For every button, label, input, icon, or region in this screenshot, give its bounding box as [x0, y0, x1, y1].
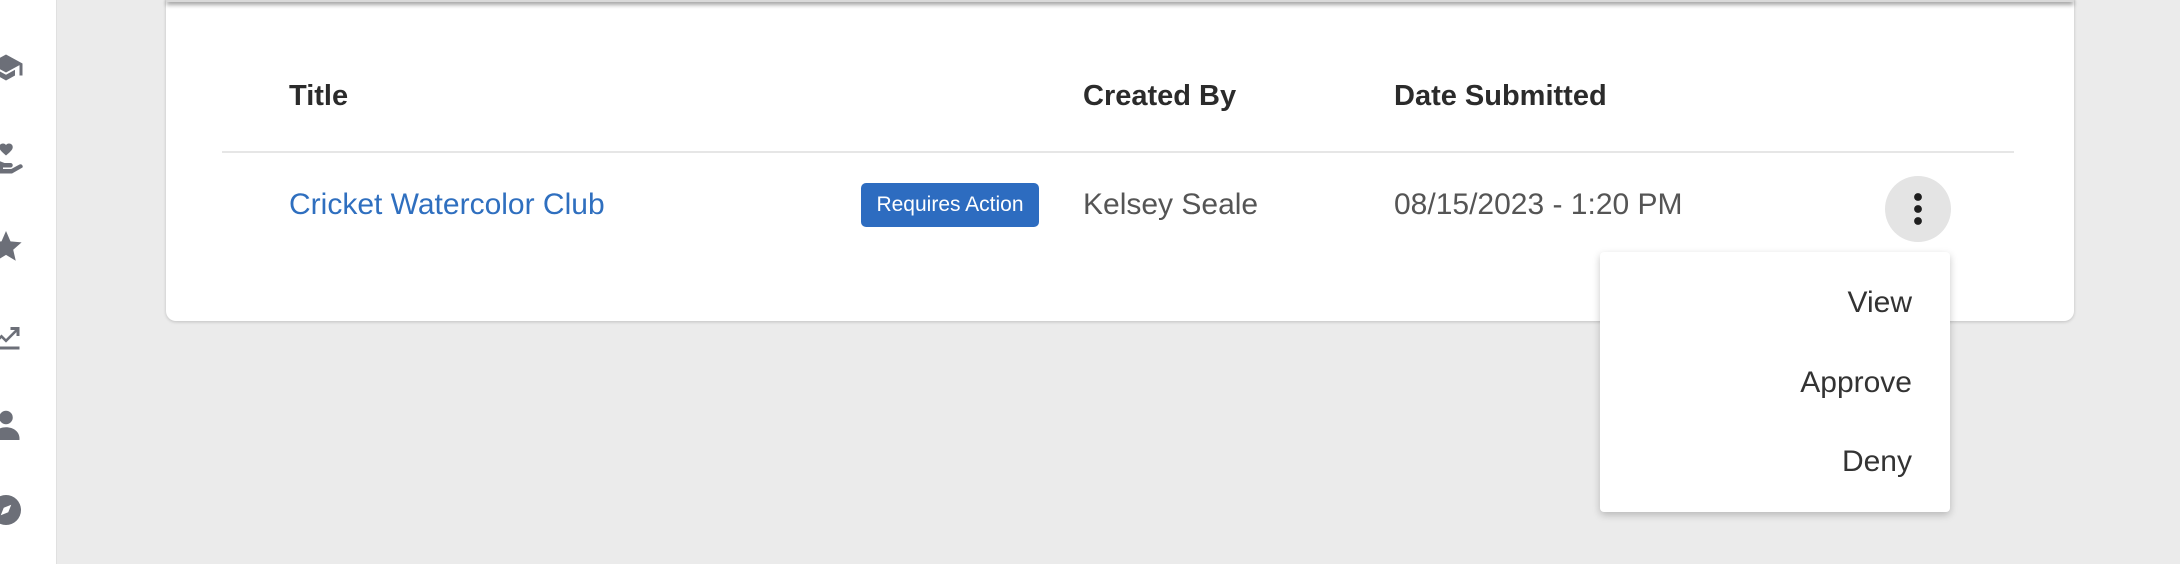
row-actions-menu: View Approve Deny: [1600, 252, 1950, 512]
column-header-date-submitted[interactable]: Date Submitted: [1394, 80, 1607, 113]
hand-heart-icon[interactable]: [0, 137, 26, 177]
kebab-menu-icon: [1914, 193, 1922, 225]
star-icon[interactable]: [0, 226, 26, 266]
row-actions-button[interactable]: [1885, 176, 1951, 242]
person-icon[interactable]: [0, 405, 26, 445]
menu-item-deny[interactable]: Deny: [1842, 445, 1912, 479]
status-badge: Requires Action: [861, 183, 1039, 227]
submission-title-link[interactable]: Cricket Watercolor Club: [289, 188, 605, 222]
card-top-shadow-bar: [166, 0, 2074, 2]
graduation-cap-icon[interactable]: [0, 48, 26, 88]
chart-trend-icon[interactable]: [0, 316, 26, 356]
created-by-value: Kelsey Seale: [1083, 188, 1259, 221]
column-header-title[interactable]: Title: [289, 80, 348, 113]
menu-item-approve[interactable]: Approve: [1800, 366, 1912, 400]
column-header-created-by[interactable]: Created By: [1083, 80, 1236, 113]
sidebar: [0, 0, 57, 564]
date-submitted-value: 08/15/2023 - 1:20 PM: [1394, 188, 1683, 221]
header-divider: [222, 151, 2014, 153]
menu-item-view[interactable]: View: [1848, 286, 1912, 320]
compass-icon[interactable]: [0, 490, 26, 530]
